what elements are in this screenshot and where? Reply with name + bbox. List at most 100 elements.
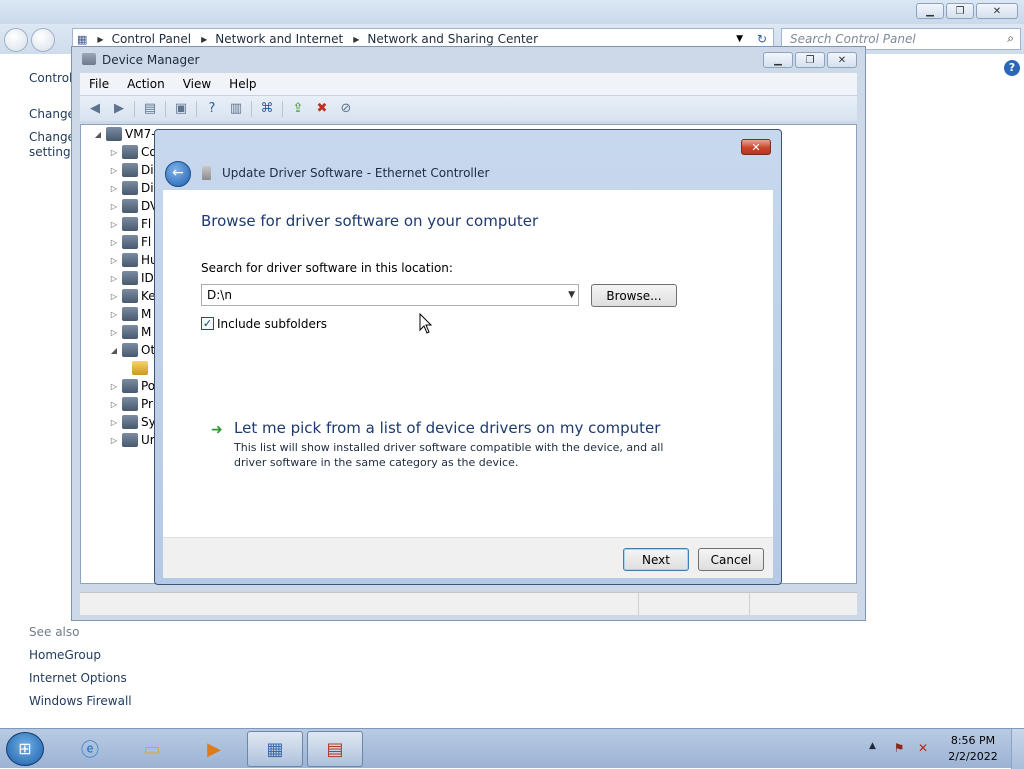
internet-explorer-icon[interactable]: ⓔ xyxy=(62,731,118,767)
expand-icon[interactable]: ▷ xyxy=(109,220,119,229)
start-button[interactable]: ⊞ xyxy=(6,732,44,766)
tree-item-label: M xyxy=(141,325,152,339)
cancel-button[interactable]: Cancel xyxy=(698,548,764,571)
tree-root[interactable]: ◢ VM7- xyxy=(93,125,156,143)
expand-icon[interactable]: ▷ xyxy=(109,436,119,445)
action-center-icon[interactable]: ⚑ xyxy=(891,740,907,756)
include-subfolders-label[interactable]: Include subfolders xyxy=(217,317,327,331)
help-topics-icon[interactable]: ? xyxy=(203,101,221,117)
show-hide-console-tree-icon[interactable]: ▤ xyxy=(141,101,159,117)
browse-button[interactable]: Browse... xyxy=(591,284,677,307)
scan-hardware-icon[interactable]: ⌘ xyxy=(258,101,276,117)
forward-nav-button[interactable] xyxy=(31,28,55,52)
next-button[interactable]: Next xyxy=(623,548,689,571)
tree-item[interactable]: ▷ M xyxy=(109,305,151,323)
link-homegroup[interactable]: HomeGroup xyxy=(29,648,101,662)
expand-icon[interactable]: ▷ xyxy=(109,328,119,337)
expand-icon[interactable]: ▷ xyxy=(109,274,119,283)
breadcrumb-network-and-internet[interactable]: Network and Internet xyxy=(215,32,343,46)
media-player-icon[interactable]: ▶ xyxy=(186,731,242,767)
breadcrumb-network-sharing-center[interactable]: Network and Sharing Center xyxy=(367,32,538,46)
control-panel-caption-buttons: ▁ ❐ ✕ xyxy=(916,3,1018,19)
expand-icon[interactable]: ▷ xyxy=(109,400,119,409)
clock[interactable]: 8:56 PM 2/2/2022 xyxy=(940,733,1006,765)
show-hidden-icons-icon[interactable]: ▲ xyxy=(869,741,876,751)
menu-view[interactable]: View xyxy=(174,77,220,91)
driver-path-combobox[interactable]: D:\n ▼ xyxy=(201,284,579,306)
tree-item-label: Pr xyxy=(141,397,153,411)
dm-close-button[interactable]: ✕ xyxy=(827,52,857,68)
expand-icon[interactable]: ▷ xyxy=(109,184,119,193)
minimize-button[interactable]: ▁ xyxy=(916,3,944,19)
left-link-change-adapter[interactable]: Change xyxy=(29,107,75,121)
toolbar-separator xyxy=(165,100,166,117)
device-manager-menubar: File Action View Help xyxy=(80,73,857,95)
chevron-down-icon[interactable]: ▼ xyxy=(568,290,575,300)
tree-item[interactable]: ▷ Fl xyxy=(109,215,151,233)
breadcrumb-control-panel[interactable]: Control Panel xyxy=(112,32,192,46)
left-link-settings[interactable]: settings xyxy=(29,145,77,159)
pick-from-list-link[interactable]: Let me pick from a list of device driver… xyxy=(234,419,660,437)
network-disconnected-icon[interactable]: ✕ xyxy=(915,740,931,756)
update-driver-icon[interactable]: ⇪ xyxy=(289,101,307,117)
tree-item[interactable]: ▷ Po xyxy=(109,377,155,395)
tree-item[interactable]: ▷ Co xyxy=(109,143,157,161)
tree-item[interactable]: ▷ M xyxy=(109,323,151,341)
expand-icon[interactable]: ▷ xyxy=(109,292,119,301)
link-windows-firewall[interactable]: Windows Firewall xyxy=(29,694,132,708)
tree-item[interactable]: ▷ Hu xyxy=(109,251,158,269)
include-subfolders-checkbox[interactable]: ✓ xyxy=(201,317,214,330)
expand-icon[interactable]: ▷ xyxy=(109,382,119,391)
back-nav-button[interactable] xyxy=(4,28,28,52)
left-link-control-panel-home[interactable]: Control xyxy=(29,71,72,85)
tree-item[interactable]: ▷ Pr xyxy=(109,395,153,413)
dialog-close-button[interactable]: ✕ xyxy=(741,139,771,155)
tree-item[interactable]: ▷ Fl xyxy=(109,233,151,251)
back-arrow-icon[interactable]: ◀ xyxy=(86,101,104,117)
expand-icon[interactable]: ▷ xyxy=(109,202,119,211)
search-placeholder: Search Control Panel xyxy=(790,32,916,46)
expand-icon[interactable]: ▷ xyxy=(109,310,119,319)
control-panel-taskbar-button[interactable]: ▦ xyxy=(247,731,303,767)
tree-item[interactable]: ◢ Ot xyxy=(109,341,155,359)
menu-action[interactable]: Action xyxy=(118,77,174,91)
collapse-icon[interactable]: ◢ xyxy=(109,346,119,355)
forward-arrow-icon[interactable]: ▶ xyxy=(110,101,128,117)
expand-icon[interactable]: ▷ xyxy=(109,256,119,265)
expand-icon[interactable]: ▷ xyxy=(109,238,119,247)
dm-maximize-button[interactable]: ❐ xyxy=(795,52,825,68)
tree-item[interactable]: ▷ DV xyxy=(109,197,158,215)
search-icon[interactable]: ⌕ xyxy=(1007,31,1014,46)
address-dropdown-icon[interactable]: ▼ xyxy=(736,34,743,44)
windows-explorer-icon[interactable]: ▭ xyxy=(124,731,180,767)
collapse-icon[interactable]: ◢ xyxy=(93,130,103,139)
properties-icon[interactable]: ▣ xyxy=(172,101,190,117)
expand-icon[interactable]: ▷ xyxy=(109,166,119,175)
tree-item[interactable]: ▷ Sy xyxy=(109,413,156,431)
show-desktop-button[interactable] xyxy=(1011,729,1024,769)
tree-item-label: M xyxy=(141,307,152,321)
expand-icon[interactable]: ▷ xyxy=(109,148,119,157)
link-internet-options[interactable]: Internet Options xyxy=(29,671,127,685)
dm-minimize-button[interactable]: ▁ xyxy=(763,52,793,68)
maximize-button[interactable]: ❐ xyxy=(946,3,974,19)
refresh-icon[interactable]: ↻ xyxy=(757,32,767,46)
action-pane-icon[interactable]: ▥ xyxy=(227,101,245,117)
disable-device-icon[interactable]: ⊘ xyxy=(337,101,355,117)
tree-subitem[interactable] xyxy=(129,359,151,377)
expand-icon[interactable]: ▷ xyxy=(109,418,119,427)
tree-item[interactable]: ▷ Ur xyxy=(109,431,155,449)
back-arrow-button[interactable]: ← xyxy=(165,161,191,187)
menu-help[interactable]: Help xyxy=(220,77,265,91)
help-icon[interactable]: ? xyxy=(1004,60,1020,76)
tree-item[interactable]: ▷ Di xyxy=(109,179,154,197)
close-button[interactable]: ✕ xyxy=(976,3,1018,19)
green-arrow-icon: ➜ xyxy=(211,422,223,438)
tree-item[interactable]: ▷ Ke xyxy=(109,287,156,305)
tree-item[interactable]: ▷ Di xyxy=(109,161,154,179)
menu-file[interactable]: File xyxy=(80,77,118,91)
uninstall-icon[interactable]: ✖ xyxy=(313,101,331,117)
left-link-change-sharing[interactable]: Change xyxy=(29,130,75,144)
tree-item[interactable]: ▷ ID xyxy=(109,269,154,287)
device-manager-taskbar-button[interactable]: ▤ xyxy=(307,731,363,767)
